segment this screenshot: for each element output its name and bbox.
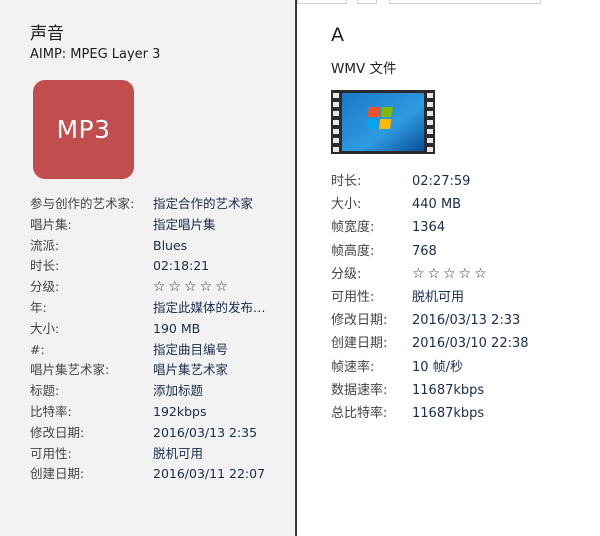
property-row: 创建日期: 2016/03/11 22:07	[30, 464, 290, 485]
video-filmstrip-windows-logo-icon	[331, 90, 435, 154]
property-value: 2016/03/11 22:07	[153, 466, 266, 482]
property-row[interactable]: 年: 指定此媒体的发布…	[30, 298, 290, 319]
property-key: 分级:	[331, 266, 362, 282]
property-key: 创建日期:	[30, 466, 85, 482]
property-row[interactable]: 流派: Blues	[30, 236, 290, 257]
property-key: 分级:	[30, 279, 60, 295]
mp3-thumbnail-icon: MP3	[33, 80, 134, 179]
property-row[interactable]: 参与创作的艺术家: 指定合作的艺术家	[30, 194, 290, 215]
property-row: 时长: 02:18:21	[30, 256, 290, 277]
property-row: 可用性: 脱机可用	[331, 286, 591, 309]
left-details-pane: 声音 AIMP: MPEG Layer 3 MP3 参与创作的艺术家: 指定合作的…	[0, 0, 296, 536]
property-key: 帧高度:	[331, 243, 375, 259]
property-row: 时长: 02:27:59	[331, 170, 591, 193]
property-row[interactable]: 唱片集: 指定唱片集	[30, 215, 290, 236]
property-value: 768	[412, 243, 437, 259]
property-row[interactable]: 分级: ☆☆☆☆☆	[331, 263, 591, 286]
property-key: 流派:	[30, 237, 60, 253]
property-key: #:	[30, 341, 45, 357]
property-row: 比特率: 192kbps	[30, 402, 290, 423]
property-key: 唱片集艺术家:	[30, 362, 110, 378]
property-row: 创建日期: 2016/03/10 22:38	[331, 332, 591, 355]
property-row: 帧宽度: 1364	[331, 216, 591, 239]
property-key: 可用性:	[30, 445, 72, 461]
right-properties-list: 时长: 02:27:59 大小: 440 MB 帧宽度: 1364 帧高度: 768 分…	[331, 170, 591, 425]
property-row[interactable]: #: 指定曲目编号	[30, 340, 290, 361]
property-value: 脱机可用	[153, 445, 204, 461]
toolbar-button-stub[interactable]	[297, 0, 347, 4]
mp3-thumbnail-label: MP3	[56, 115, 111, 144]
property-key: 标题:	[30, 383, 60, 399]
property-key: 可用性:	[331, 289, 375, 305]
rating-stars[interactable]: ☆☆☆☆☆	[412, 263, 490, 286]
property-value: 2016/03/10 22:38	[412, 336, 529, 352]
property-value: 192kbps	[153, 403, 207, 419]
property-value: 10 帧/秒	[412, 359, 464, 375]
property-key: 总比特率:	[331, 405, 388, 421]
property-key: 帧速率:	[331, 359, 375, 375]
right-file-name-title: A	[331, 24, 344, 46]
property-key: 时长:	[30, 258, 60, 274]
property-row: 修改日期: 2016/03/13 2:35	[30, 423, 290, 444]
property-value: 1364	[412, 220, 446, 236]
property-key: 大小:	[331, 197, 362, 213]
property-value: 190 MB	[153, 320, 201, 336]
property-key: 唱片集:	[30, 216, 72, 232]
property-key: 时长:	[331, 174, 362, 189]
right-file-type-subtitle: WMV 文件	[331, 61, 397, 77]
toolbar-button-stub[interactable]	[357, 0, 377, 4]
property-row[interactable]: 唱片集艺术家: 唱片集艺术家	[30, 360, 290, 381]
property-value: 02:27:59	[412, 174, 471, 189]
property-value: 11687kbps	[412, 405, 485, 421]
property-value[interactable]: Blues	[153, 236, 187, 257]
property-value[interactable]: 指定曲目编号	[153, 340, 228, 361]
property-key: 大小:	[30, 320, 60, 336]
property-value[interactable]: 指定合作的艺术家	[153, 194, 253, 215]
left-file-app-subtitle: AIMP: MPEG Layer 3	[30, 47, 161, 62]
property-row[interactable]: 标题: 添加标题	[30, 381, 290, 402]
property-row: 帧速率: 10 帧/秒	[331, 356, 591, 379]
property-key: 修改日期:	[30, 424, 85, 440]
property-value: 脱机可用	[412, 289, 465, 305]
property-row: 修改日期: 2016/03/13 2:33	[331, 309, 591, 332]
property-key: 参与创作的艺术家:	[30, 196, 135, 211]
property-value[interactable]: 添加标题	[153, 381, 203, 402]
property-value: 440 MB	[412, 197, 462, 213]
property-key: 修改日期:	[331, 313, 388, 329]
property-key: 比特率:	[30, 403, 72, 419]
property-value: 2016/03/13 2:33	[412, 313, 521, 329]
property-key: 数据速率:	[331, 382, 388, 398]
property-row: 大小: 190 MB	[30, 319, 290, 340]
property-key: 帧宽度:	[331, 220, 375, 236]
property-value: 02:18:21	[153, 258, 210, 274]
rating-stars[interactable]: ☆☆☆☆☆	[153, 277, 231, 298]
property-value: 2016/03/13 2:35	[153, 424, 258, 440]
property-row: 总比特率: 11687kbps	[331, 402, 591, 425]
property-row[interactable]: 分级: ☆☆☆☆☆	[30, 277, 290, 298]
property-value[interactable]: 唱片集艺术家	[153, 360, 228, 381]
property-row: 大小: 440 MB	[331, 193, 591, 216]
left-properties-list: 参与创作的艺术家: 指定合作的艺术家 唱片集: 指定唱片集 流派: Blues 时长:…	[30, 194, 290, 485]
property-row: 可用性: 脱机可用	[30, 444, 290, 465]
toolbar-field-stub[interactable]	[389, 0, 541, 4]
right-details-pane: A WMV 文件 时长: 02:27:59 大小: 440 MB 帧宽度: 1364	[297, 0, 600, 536]
left-file-type-title: 声音	[30, 24, 64, 44]
property-row: 帧高度: 768	[331, 240, 591, 263]
property-row: 数据速率: 11687kbps	[331, 379, 591, 402]
property-key: 创建日期:	[331, 336, 388, 352]
property-value[interactable]: 指定此媒体的发布…	[153, 298, 266, 319]
property-value: 11687kbps	[412, 382, 485, 398]
top-toolbar-edge	[297, 0, 600, 4]
property-key: 年:	[30, 299, 47, 315]
property-value[interactable]: 指定唱片集	[153, 215, 216, 236]
